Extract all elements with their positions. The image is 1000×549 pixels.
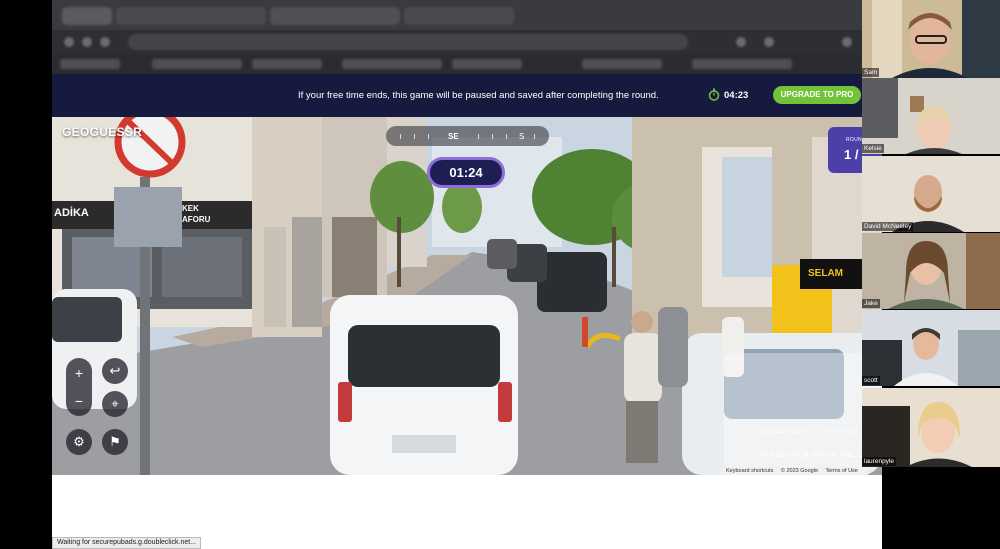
browser-tab[interactable]	[62, 7, 112, 25]
set-checkpoint-button[interactable]: ⚑	[102, 429, 128, 455]
profile-icon[interactable]	[842, 37, 852, 47]
map-data-label: Map data ©2023	[760, 429, 805, 435]
compass-tick	[534, 134, 535, 139]
participant-name: laurenpyle	[862, 457, 896, 466]
round-label: ROUN	[846, 137, 862, 143]
browser-tab[interactable]	[270, 7, 400, 25]
bookmarks-bar	[52, 54, 882, 74]
screen: If your free time ends, this game will b…	[0, 0, 1000, 549]
footer-terms-link[interactable]: Terms of Use	[825, 468, 857, 474]
bookmark-item[interactable]	[60, 59, 120, 69]
participant-video	[862, 388, 1000, 467]
street-view-panorama[interactable]: GEOGUESSR SE S 01:24 ROUN 1 / + − ↩ ⌖ ⚙ …	[52, 117, 882, 475]
back-icon[interactable]	[64, 37, 74, 47]
bookmark-item[interactable]	[582, 59, 662, 69]
participant-tile: scott	[862, 310, 1000, 386]
zoom-in-button[interactable]: +	[66, 360, 92, 386]
extension-icon[interactable]	[736, 37, 746, 47]
compass-tick	[414, 134, 415, 139]
browser-tab[interactable]	[404, 7, 514, 25]
zoom-out-button[interactable]: −	[66, 388, 92, 414]
shop-sign: SELAM	[808, 268, 843, 279]
forward-icon[interactable]	[82, 37, 92, 47]
bookmark-item[interactable]	[452, 59, 522, 69]
participant-name: scott	[862, 376, 880, 385]
reload-icon[interactable]	[100, 37, 110, 47]
upgrade-to-pro-button[interactable]: UPGRADE TO PRO	[773, 86, 861, 104]
participant-tile: David McNeeley	[862, 156, 1000, 232]
compass-tick	[506, 134, 507, 139]
shop-sign: AFORU	[182, 215, 211, 224]
bookmark-item[interactable]	[692, 59, 792, 69]
participant-video	[862, 310, 1000, 386]
compass: SE S	[386, 126, 549, 146]
bookmark-item[interactable]	[342, 59, 442, 69]
compass-direction: S	[519, 132, 525, 141]
free-time-countdown: 04:23	[724, 90, 749, 101]
address-bar[interactable]	[128, 34, 688, 50]
shop-sign: ADİKA	[54, 207, 89, 219]
participant-tile: Jake	[862, 233, 1000, 309]
tab-bar	[52, 0, 882, 30]
place-pin-hint: PLACE YOUR PIN ON THE...	[760, 450, 861, 459]
bookmark-item[interactable]	[152, 59, 242, 69]
participant-video	[862, 78, 1000, 154]
extension-icon[interactable]	[764, 37, 774, 47]
browser-toolbar	[52, 30, 882, 54]
round-timer: 01:24	[427, 157, 505, 188]
participant-video	[862, 233, 1000, 309]
round-value: 1 /	[844, 147, 859, 162]
return-to-start-button[interactable]: ⌖	[102, 391, 128, 417]
bookmark-item[interactable]	[252, 59, 322, 69]
participant-video	[862, 156, 1000, 232]
compass-tick	[428, 134, 429, 139]
stopwatch-icon	[708, 88, 720, 101]
participant-name: Sam	[862, 68, 880, 77]
browser-window: If your free time ends, this game will b…	[52, 0, 882, 549]
participant-tile: Sam	[862, 0, 1000, 78]
compass-tick	[492, 134, 493, 139]
participant-name: David McNeeley	[862, 222, 914, 231]
zoom-controls: + −	[66, 358, 92, 416]
banner-message: If your free time ends, this game will b…	[298, 90, 659, 101]
free-time-banner: If your free time ends, this game will b…	[52, 74, 882, 117]
terms-of-use-link[interactable]: Terms of Use	[822, 429, 857, 435]
geoguessr-logo: GEOGUESSR	[62, 125, 143, 139]
browser-status-bar: Waiting for securepubads.g.doubleclick.n…	[52, 537, 202, 549]
participant-name: Jake	[862, 299, 880, 308]
compass-tick	[400, 134, 401, 139]
participant-tile: Kelsie	[862, 78, 1000, 154]
browser-tab[interactable]	[116, 7, 266, 25]
participant-name: Kelsie	[862, 144, 884, 153]
shop-sign: KEK	[182, 204, 199, 213]
empty-panel-area	[882, 467, 1000, 549]
participant-video	[862, 0, 1000, 78]
undo-move-button[interactable]: ↩	[102, 358, 128, 384]
copyright-label: © 2023 Google	[780, 468, 819, 474]
compass-tick	[478, 134, 479, 139]
participant-tile: laurenpyle	[862, 388, 1000, 467]
compass-heading: SE	[448, 132, 459, 141]
settings-button[interactable]: ⚙	[66, 429, 92, 455]
keyboard-shortcuts-link[interactable]: Keyboard shortcuts	[726, 468, 773, 474]
map-footer: Keyboard shortcuts © 2023 Google Terms o…	[722, 467, 868, 475]
